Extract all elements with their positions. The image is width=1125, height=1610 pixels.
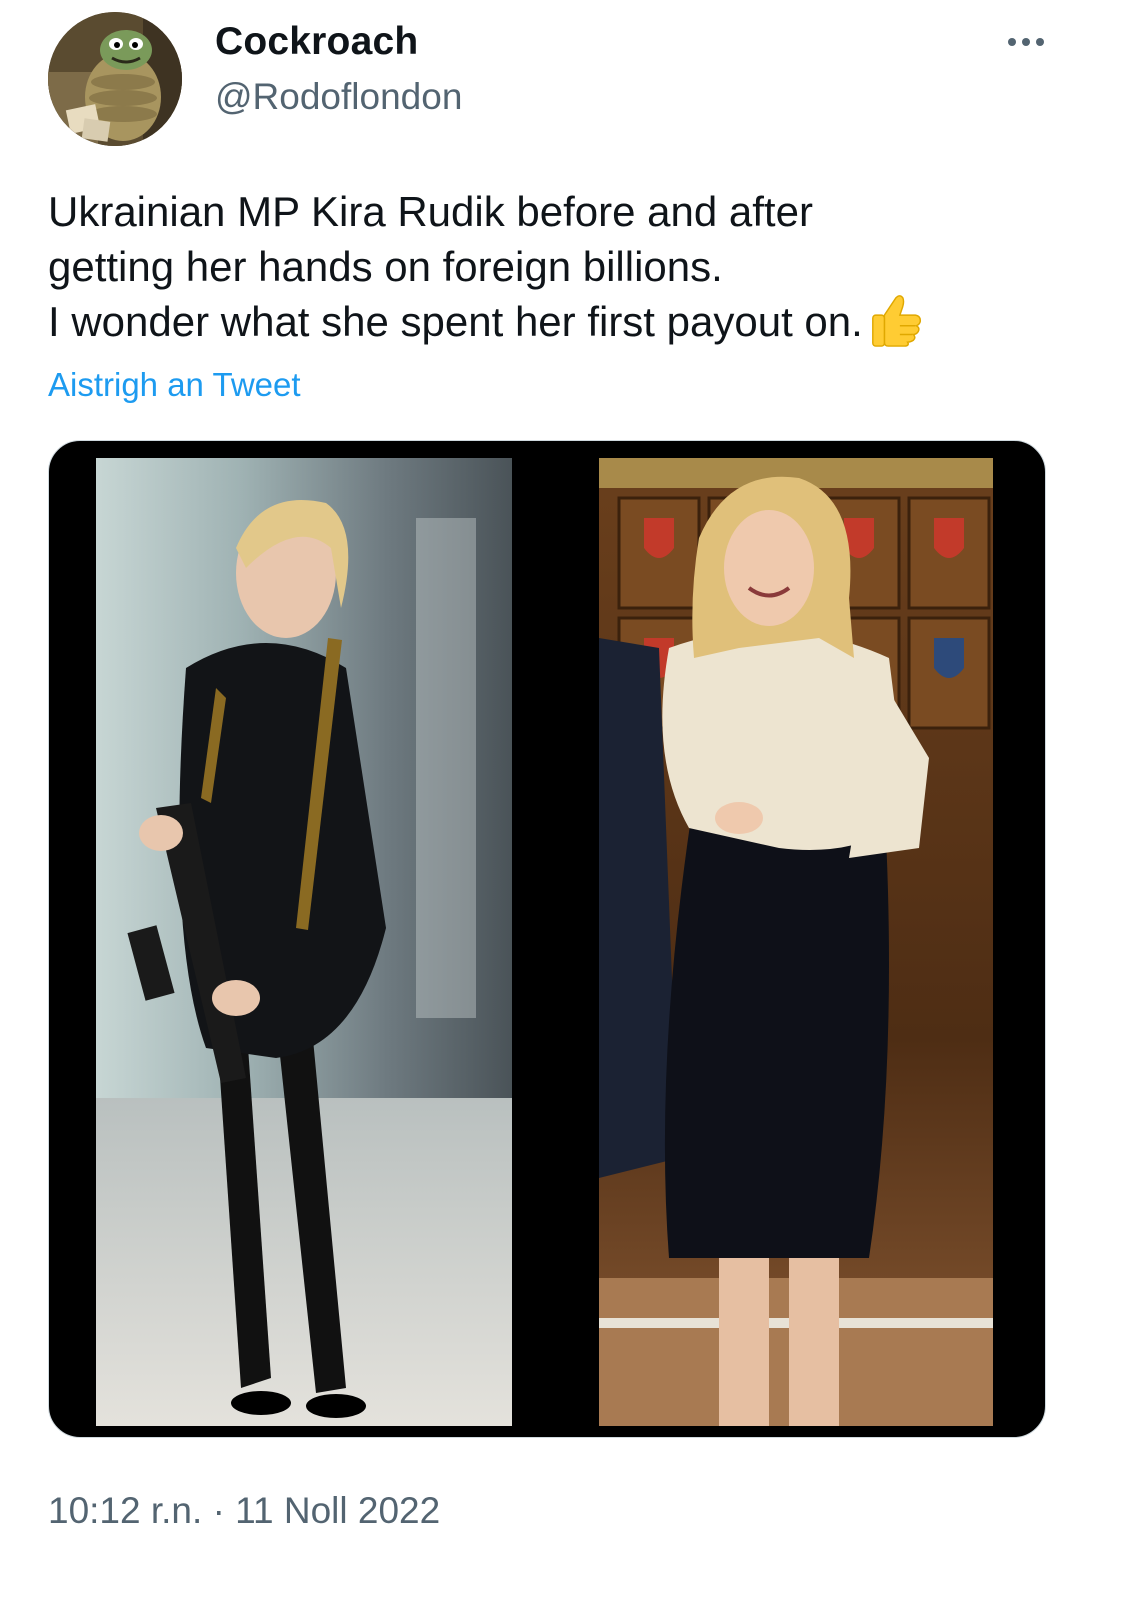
tweet-timestamp[interactable]: 10:12 r.n. · 11 Noll 2022 (48, 1488, 440, 1534)
more-dot (1022, 38, 1030, 46)
tweet: Cockroach @Rodoflondon Ukrainian MP Kira… (0, 0, 1125, 1610)
translate-tweet-link[interactable]: Aistrigh an Tweet (48, 364, 301, 406)
tweet-media[interactable] (48, 440, 1046, 1438)
before-photo[interactable] (96, 458, 512, 1426)
avatar[interactable] (48, 12, 182, 146)
author-handle[interactable]: @Rodoflondon (215, 74, 462, 120)
cockroach-avatar-icon (48, 12, 182, 146)
tweet-text-line: I wonder what she spent her first payout… (48, 298, 863, 345)
thumbs-up-emoji-icon (867, 290, 925, 348)
tweet-text: Ukrainian MP Kira Rudik before and after… (48, 184, 1088, 354)
more-dot (1036, 38, 1044, 46)
tweet-text-line: getting her hands on foreign billions. (48, 243, 723, 290)
more-horizontal-icon (1008, 38, 1016, 46)
author-display-name[interactable]: Cockroach (215, 18, 418, 66)
more-options-button[interactable] (996, 22, 1056, 62)
before-photo-image (96, 458, 512, 1426)
tweet-text-line-with-emoji: I wonder what she spent her first payout… (48, 294, 1088, 354)
after-photo[interactable] (599, 458, 993, 1426)
after-photo-image (599, 458, 993, 1426)
tweet-text-line: Ukrainian MP Kira Rudik before and after (48, 188, 813, 235)
